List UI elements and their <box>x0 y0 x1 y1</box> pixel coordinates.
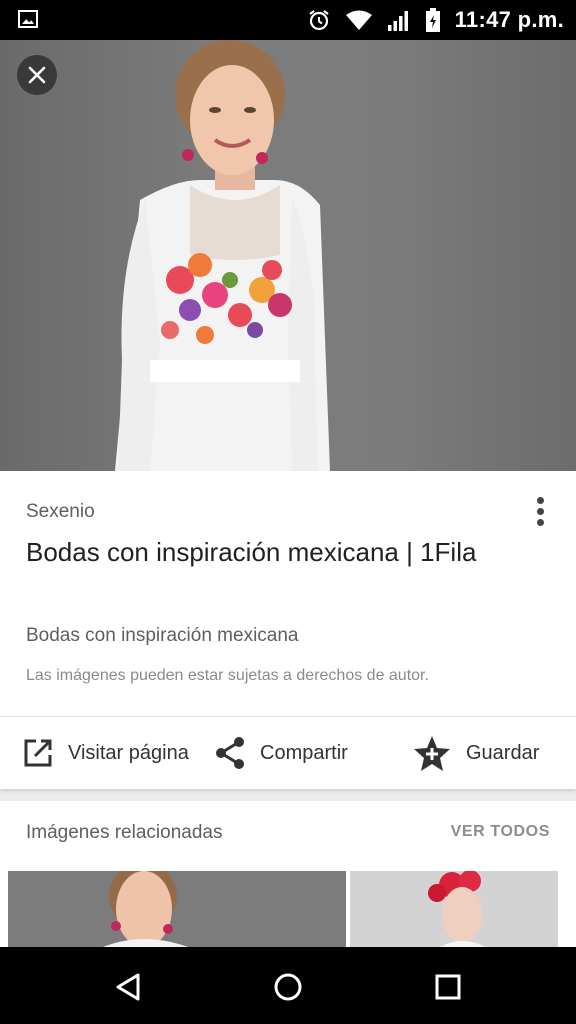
open-in-new-icon <box>24 739 52 767</box>
alarm-icon <box>308 10 329 31</box>
home-icon <box>274 973 302 1001</box>
related-image-thumbnail[interactable] <box>350 871 558 947</box>
signal-icon <box>387 11 408 31</box>
related-image-2 <box>350 871 558 947</box>
page-title[interactable]: Bodas con inspiración mexicana | 1Fila <box>26 533 496 571</box>
battery-icon <box>425 8 440 32</box>
image-info-card: Sexenio Bodas con inspiración mexicana |… <box>0 471 576 716</box>
visit-page-label: Visitar página <box>68 741 189 764</box>
share-button[interactable]: Compartir <box>214 717 348 789</box>
save-button[interactable]: Guardar <box>412 717 539 789</box>
status-bar: 11:47 p.m. <box>0 0 576 40</box>
bride-photo <box>115 40 330 471</box>
back-icon <box>116 973 140 1001</box>
source-name[interactable]: Sexenio <box>26 501 95 523</box>
share-icon <box>216 737 244 769</box>
related-images-section: Imágenes relacionadas VER TODOS <box>0 801 576 947</box>
related-image-thumbnail[interactable] <box>8 871 346 947</box>
star-add-icon <box>414 736 450 771</box>
share-label: Compartir <box>260 741 348 764</box>
save-label: Guardar <box>466 741 540 764</box>
more-vert-icon[interactable] <box>532 497 548 531</box>
main-image[interactable] <box>0 40 576 471</box>
image-subtitle: Bodas con inspiración mexicana <box>26 625 299 646</box>
recents-button[interactable] <box>426 965 470 1009</box>
copyright-notice: Las imágenes pueden estar sujetas a dere… <box>26 667 429 684</box>
home-button[interactable] <box>266 965 310 1009</box>
see-all-button[interactable]: VER TODOS <box>451 823 550 841</box>
visit-page-button[interactable]: Visitar página <box>22 717 189 789</box>
back-button[interactable] <box>106 965 150 1009</box>
close-button[interactable] <box>17 55 57 95</box>
wifi-icon <box>345 10 372 30</box>
related-image-1 <box>8 871 346 947</box>
image-notification-icon <box>18 10 38 28</box>
close-icon <box>28 66 46 84</box>
status-time: 11:47 p.m. <box>454 7 564 32</box>
action-bar: Visitar página Compartir Guardar <box>0 716 576 789</box>
recents-icon <box>435 974 461 1000</box>
related-images-title: Imágenes relacionadas <box>26 822 223 843</box>
navigation-bar <box>0 947 576 1024</box>
